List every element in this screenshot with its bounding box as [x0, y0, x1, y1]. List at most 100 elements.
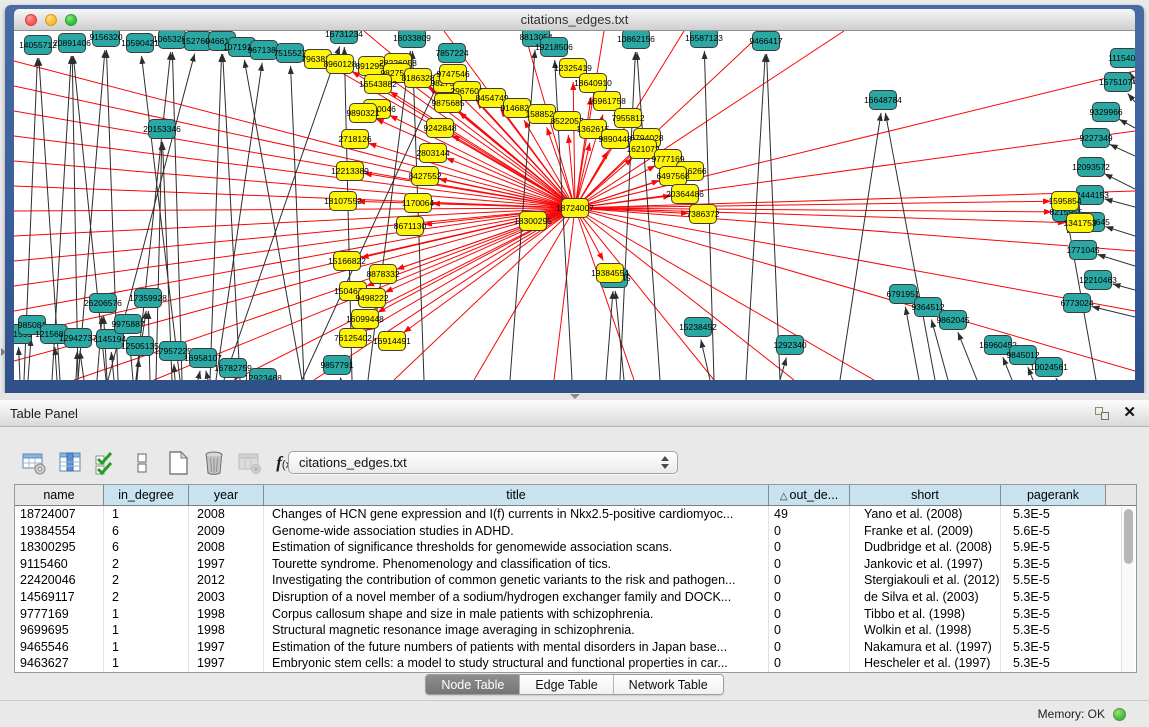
table-cell-pagerank[interactable]: 5.3E-5	[1001, 556, 1106, 573]
table-cell-pagerank[interactable]: 5.3E-5	[1001, 606, 1106, 623]
table-cell-in_degree[interactable]: 1	[104, 506, 189, 523]
table-cell-out_degree[interactable]: 0	[769, 523, 850, 540]
float-window-icon[interactable]	[1095, 407, 1109, 420]
table-cell-out_degree[interactable]: 0	[769, 622, 850, 639]
table-cell-name[interactable]: 9699695	[15, 622, 104, 639]
table-cell-name[interactable]: 9777169	[15, 606, 104, 623]
panel-splitter[interactable]	[0, 393, 1149, 400]
graph-node[interactable]: 9329966	[1089, 103, 1122, 122]
graph-node[interactable]: 20891406	[53, 34, 91, 53]
graph-node[interactable]: 16961758	[588, 92, 626, 111]
table-cell-year[interactable]: 1998	[189, 606, 264, 623]
table-cell-title[interactable]: Tourette syndrome. Phenomenology and cla…	[264, 556, 769, 573]
create-table-icon[interactable]	[164, 450, 191, 477]
table-cell-pagerank[interactable]: 5.3E-5	[1001, 655, 1106, 672]
table-cell-short[interactable]: Franke et al. (2009)	[850, 523, 1001, 540]
table-cell-out_degree[interactable]: 0	[769, 539, 850, 556]
table-cell-title[interactable]: Investigating the contribution of common…	[264, 572, 769, 589]
network-window-titlebar[interactable]: citations_edges.txt	[14, 9, 1135, 31]
table-cell-year[interactable]: 2003	[189, 589, 264, 606]
graph-node[interactable]: 16731234	[325, 31, 363, 44]
table-cell-in_degree[interactable]: 2	[104, 572, 189, 589]
graph-node[interactable]: 18300295	[514, 212, 552, 231]
table-cell-title[interactable]: Changes of HCN gene expression and I(f) …	[264, 506, 769, 523]
row-height-icon[interactable]	[128, 450, 155, 477]
delete-table-icon[interactable]	[200, 450, 227, 477]
table-cell-in_degree[interactable]: 6	[104, 523, 189, 540]
graph-node[interactable]: 7857224	[435, 44, 468, 63]
table-cell-name[interactable]: 9463627	[15, 655, 104, 672]
network-canvas[interactable]: 1405571220891406915632010590421106532871…	[14, 31, 1135, 380]
table-cell-short[interactable]: de Silva et al. (2003)	[850, 589, 1001, 606]
graph-node[interactable]: 1341753	[1063, 214, 1096, 233]
graph-node[interactable]: 9747546	[436, 65, 469, 84]
table-cell-title[interactable]: Disruption of a novel member of a sodium…	[264, 589, 769, 606]
table-scrollbar[interactable]	[1121, 507, 1135, 672]
table-cell-year[interactable]: 1997	[189, 655, 264, 672]
table-cell-in_degree[interactable]: 1	[104, 622, 189, 639]
graph-node[interactable]: 15166822	[328, 252, 366, 271]
table-row[interactable]: 2242004622012Investigating the contribut…	[15, 572, 1136, 589]
table-row[interactable]: 1872400712008Changes of HCN gene express…	[15, 506, 1136, 523]
close-panel-icon[interactable]: ✕	[1123, 403, 1136, 421]
graph-node[interactable]: 1595854	[1048, 192, 1081, 211]
table-cell-pagerank[interactable]: 5.5E-5	[1001, 572, 1106, 589]
column-header-short[interactable]: short	[850, 485, 1001, 505]
table-cell-in_degree[interactable]: 2	[104, 556, 189, 573]
tab-network-table[interactable]: Network Table	[613, 675, 723, 694]
table-cell-in_degree[interactable]: 1	[104, 639, 189, 656]
graph-node[interactable]: 9466417	[749, 32, 782, 51]
table-cell-year[interactable]: 2008	[189, 506, 264, 523]
graph-node[interactable]: 16033809	[393, 31, 431, 48]
graph-node[interactable]: 9227349	[1079, 129, 1112, 148]
table-cell-title[interactable]: Estimation of significance thresholds fo…	[264, 539, 769, 556]
graph-node[interactable]: 6497568	[656, 167, 689, 186]
table-cell-short[interactable]: Wolkin et al. (1998)	[850, 622, 1001, 639]
minimize-button[interactable]	[45, 14, 57, 26]
tab-edge-table[interactable]: Edge Table	[519, 675, 612, 694]
table-cell-title[interactable]: Embryonic stem cells: a model to study s…	[264, 655, 769, 672]
table-cell-out_degree[interactable]: 0	[769, 639, 850, 656]
graph-node[interactable]: 7955812	[611, 109, 644, 128]
column-header-out_degree[interactable]: △out_de...	[769, 485, 850, 505]
graph-node[interactable]: 16648784	[864, 91, 902, 110]
table-cell-title[interactable]: Genome-wide association studies in ADHD.	[264, 523, 769, 540]
graph-node[interactable]: 10024561	[1030, 358, 1068, 377]
table-cell-pagerank[interactable]: 5.3E-5	[1001, 622, 1106, 639]
graph-node[interactable]: 9156320	[89, 31, 122, 47]
table-cell-pagerank[interactable]: 5.3E-5	[1001, 589, 1106, 606]
table-cell-title[interactable]: Estimation of the future numbers of pati…	[264, 639, 769, 656]
column-header-year[interactable]: year	[189, 485, 264, 505]
graph-node[interactable]: 19384554	[591, 264, 629, 283]
table-cell-name[interactable]: 18300295	[15, 539, 104, 556]
table-cell-name[interactable]: 9115460	[15, 556, 104, 573]
graph-node[interactable]: 16099448	[346, 310, 384, 329]
column-visibility-icon[interactable]	[56, 450, 83, 477]
column-header-name[interactable]: name	[15, 485, 104, 505]
graph-node[interactable]: 20153346	[143, 120, 181, 139]
table-cell-in_degree[interactable]: 6	[104, 539, 189, 556]
graph-node[interactable]: 1115408	[1108, 49, 1135, 68]
table-cell-year[interactable]: 1997	[189, 556, 264, 573]
table-cell-year[interactable]: 1997	[189, 639, 264, 656]
column-header-in_degree[interactable]: in_degree	[104, 485, 189, 505]
row-selection-icon[interactable]	[92, 450, 119, 477]
table-cell-pagerank[interactable]: 5.9E-5	[1001, 539, 1106, 556]
graph-node[interactable]: 9875685	[431, 94, 464, 113]
graph-node[interactable]: 8427552	[408, 167, 441, 186]
table-cell-year[interactable]: 2008	[189, 539, 264, 556]
graph-node[interactable]: 9862045	[936, 311, 969, 330]
table-cell-name[interactable]: 18724007	[15, 506, 104, 523]
graph-node[interactable]: 9498222	[355, 289, 388, 308]
graph-node[interactable]: 7386372	[686, 205, 719, 224]
graph-node[interactable]: 2718126	[338, 130, 371, 149]
graph-node[interactable]: 12213389	[331, 162, 369, 181]
zoom-button[interactable]	[65, 14, 77, 26]
column-header-pagerank[interactable]: pagerank	[1001, 485, 1106, 505]
graph-node[interactable]: 20364486	[666, 185, 704, 204]
graph-node[interactable]: 2803144	[416, 144, 449, 163]
table-cell-pagerank[interactable]: 5.3E-5	[1001, 639, 1106, 656]
table-cell-short[interactable]: Stergiakouli et al. (2012)	[850, 572, 1001, 589]
graph-node[interactable]: 26206576	[84, 294, 122, 313]
table-row[interactable]: 969969511998Structural magnetic resonanc…	[15, 622, 1136, 639]
